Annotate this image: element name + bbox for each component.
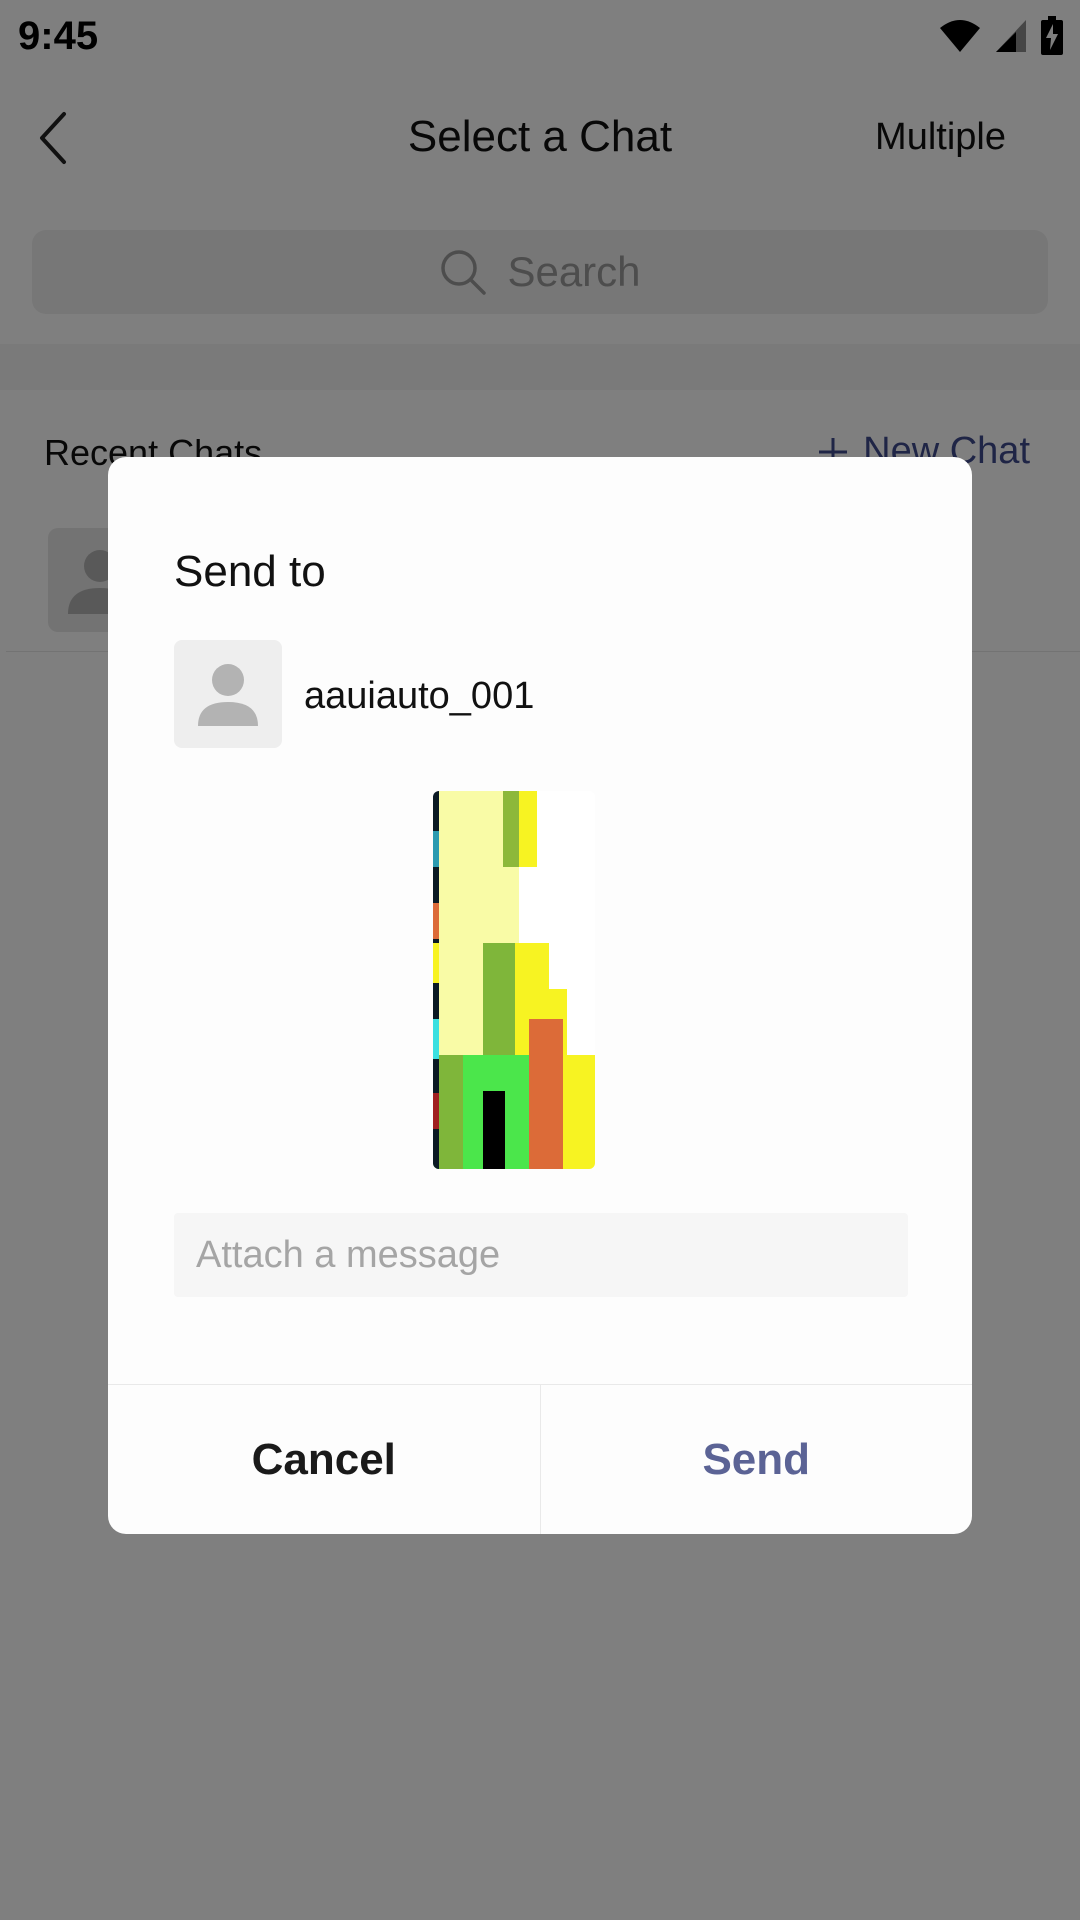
avatar: [174, 640, 282, 748]
send-to-dialog: Send to aauiauto_001 Attach a message Ca…: [108, 457, 972, 1534]
attach-message-input[interactable]: [174, 1213, 908, 1297]
image-preview: [433, 791, 595, 1169]
preview-image: [433, 791, 595, 1169]
send-button[interactable]: Send: [541, 1385, 973, 1534]
person-silhouette-icon: [198, 664, 258, 726]
dialog-actions: Cancel Send: [108, 1384, 972, 1534]
cancel-button[interactable]: Cancel: [108, 1385, 541, 1534]
dialog-title: Send to: [174, 547, 326, 596]
recipient-name: aauiauto_001: [304, 675, 535, 717]
